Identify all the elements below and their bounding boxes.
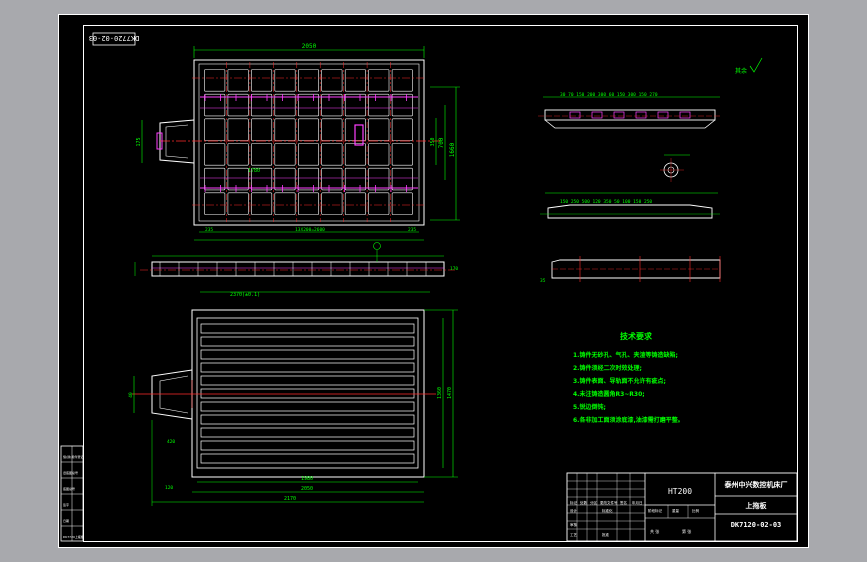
svg-text:批准: 批准 bbox=[602, 532, 610, 537]
svg-text:35: 35 bbox=[540, 278, 546, 284]
svg-text:170: 170 bbox=[450, 266, 458, 272]
drawing-no-text: DK7120-02-03 bbox=[731, 521, 782, 529]
svg-text:DK7720-02-03: DK7720-02-03 bbox=[89, 34, 140, 42]
svg-text:2370(±0.1): 2370(±0.1) bbox=[230, 292, 260, 298]
svg-text:重量: 重量 bbox=[672, 508, 680, 513]
svg-text:2170: 2170 bbox=[284, 496, 296, 502]
svg-text:120: 120 bbox=[165, 485, 173, 491]
tech-item-1: 1.铸件无砂孔、气孔、夹渣等铸造缺陷; bbox=[573, 351, 678, 359]
svg-text:分区: 分区 bbox=[590, 500, 598, 505]
tech-item-2: 2.铸件须经二次时效处理; bbox=[573, 364, 642, 372]
svg-text:工艺: 工艺 bbox=[570, 532, 578, 537]
svg-text:420: 420 bbox=[167, 439, 175, 445]
tech-item-3: 3.铸件表面、导轨面不允许有疵点; bbox=[573, 377, 666, 385]
svg-text:签名: 签名 bbox=[620, 500, 627, 505]
material-text: HT200 bbox=[668, 487, 692, 496]
svg-text:年月日: 年月日 bbox=[632, 500, 643, 505]
svg-text:其余: 其余 bbox=[735, 67, 747, 75]
cad-drawing-canvas[interactable]: DK7720-02-03 2050 1660 700 350 175 235 1… bbox=[0, 0, 867, 562]
tech-item-6: 6.各非加工面须涂底漆,油漆需打磨平整。 bbox=[573, 416, 684, 424]
svg-text:借(通)用件登记: 借(通)用件登记 bbox=[63, 454, 83, 459]
sheet-background bbox=[58, 14, 809, 548]
svg-text:审核: 审核 bbox=[570, 522, 578, 527]
svg-text:第 张: 第 张 bbox=[682, 528, 691, 534]
svg-text:1660: 1660 bbox=[449, 142, 456, 157]
svg-text:350: 350 bbox=[430, 137, 436, 146]
tech-title: 技术要求 bbox=[620, 331, 653, 341]
svg-text:比例: 比例 bbox=[692, 508, 700, 513]
svg-text:处数: 处数 bbox=[580, 500, 588, 505]
svg-text:1980: 1980 bbox=[301, 476, 313, 482]
svg-text:235: 235 bbox=[408, 227, 416, 233]
svg-text:235: 235 bbox=[205, 227, 213, 233]
svg-text:底图总号: 底图总号 bbox=[63, 486, 75, 491]
svg-text:更改文件号: 更改文件号 bbox=[600, 500, 618, 505]
tech-item-4: 4.未注铸造圆角R3~R30; bbox=[573, 390, 645, 398]
svg-text:2050: 2050 bbox=[301, 486, 313, 492]
svg-text:共 张: 共 张 bbox=[650, 528, 659, 534]
svg-text:30 70 150 200 300 60 150 300 1: 30 70 150 200 300 60 150 300 150 270 bbox=[560, 92, 658, 98]
svg-text:700: 700 bbox=[438, 137, 445, 148]
svg-text:设计: 设计 bbox=[570, 508, 578, 513]
svg-text:标记: 标记 bbox=[570, 500, 578, 505]
tech-item-5: 5.锐边倒钝; bbox=[573, 403, 606, 411]
svg-text:1360: 1360 bbox=[437, 387, 443, 399]
svg-text:1470: 1470 bbox=[447, 387, 453, 399]
svg-text:DK7720上拖板: DK7720上拖板 bbox=[63, 534, 84, 539]
svg-text:日期: 日期 bbox=[63, 518, 69, 523]
svg-text:签字: 签字 bbox=[63, 502, 69, 507]
svg-text:阶段标记: 阶段标记 bbox=[648, 508, 662, 513]
svg-text:标准化: 标准化 bbox=[602, 508, 613, 513]
svg-text:150 250 500 120 350 50 100 150: 150 250 500 120 350 50 100 150 250 bbox=[560, 199, 652, 205]
svg-text:1780: 1780 bbox=[248, 168, 260, 174]
svg-text:旧底图总号: 旧底图总号 bbox=[63, 470, 78, 475]
svg-text:13X200=2600: 13X200=2600 bbox=[295, 227, 325, 233]
svg-text:2050: 2050 bbox=[302, 43, 317, 50]
svg-text:175: 175 bbox=[136, 137, 142, 146]
part-name-text: 上拖板 bbox=[746, 501, 768, 510]
svg-text:40: 40 bbox=[128, 392, 134, 398]
company-text: 泰州中兴数控机床厂 bbox=[724, 480, 788, 489]
